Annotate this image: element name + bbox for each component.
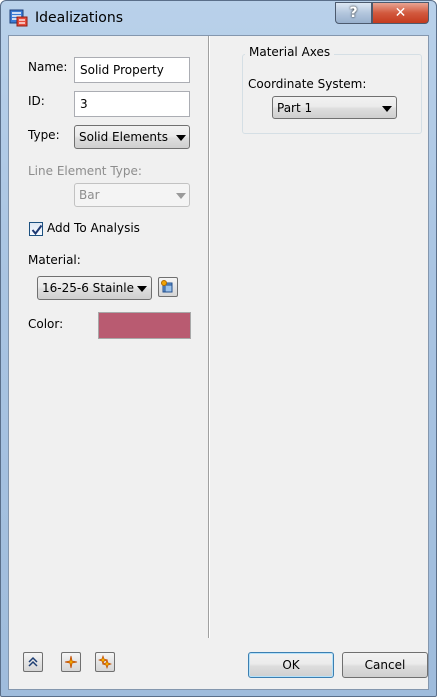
material-axes-group xyxy=(242,54,422,134)
line-element-type-dropdown[interactable]: Bar xyxy=(74,183,190,207)
name-label: Name: xyxy=(28,60,68,74)
type-dropdown[interactable]: Solid Elements xyxy=(74,125,190,149)
material-axes-title: Material Axes xyxy=(245,45,335,59)
create-button[interactable] xyxy=(61,652,81,672)
ok-button[interactable]: OK xyxy=(248,652,334,678)
color-swatch[interactable] xyxy=(98,312,191,339)
add-to-analysis-checkbox[interactable] xyxy=(29,222,43,236)
line-element-type-value: Bar xyxy=(79,188,100,202)
collapse-button[interactable] xyxy=(23,652,43,672)
create-multiple-button[interactable] xyxy=(95,652,115,672)
cancel-button[interactable]: Cancel xyxy=(342,652,428,678)
type-dropdown-value: Solid Elements xyxy=(79,130,168,144)
multi-star-burst-icon xyxy=(98,655,112,669)
material-dropdown[interactable]: 16-25-6 Stainle xyxy=(37,276,152,300)
material-library-icon xyxy=(161,280,173,293)
column-divider xyxy=(208,36,210,638)
star-burst-icon xyxy=(64,655,78,669)
color-label: Color: xyxy=(28,317,64,331)
collapse-icon xyxy=(28,656,38,667)
name-field[interactable]: Solid Property xyxy=(74,57,190,83)
id-label: ID: xyxy=(28,94,45,108)
window-title: Idealizations xyxy=(35,10,124,26)
line-element-type-label: Line Element Type: xyxy=(28,164,142,178)
check-icon xyxy=(31,224,43,236)
coordinate-system-label: Coordinate System: xyxy=(248,77,367,91)
app-icon xyxy=(9,8,29,28)
close-button[interactable]: ✕ xyxy=(372,2,429,24)
id-field[interactable]: 3 xyxy=(74,91,190,117)
coordinate-system-value: Part 1 xyxy=(277,101,313,115)
help-button[interactable]: ? xyxy=(335,2,372,24)
help-icon: ? xyxy=(349,5,358,21)
chevron-down-icon xyxy=(137,286,147,292)
type-label: Type: xyxy=(28,128,60,142)
close-icon: ✕ xyxy=(394,5,407,21)
chevron-down-icon xyxy=(382,106,392,112)
material-library-button[interactable] xyxy=(158,277,178,297)
material-dropdown-value: 16-25-6 Stainle xyxy=(42,281,134,295)
title-bar[interactable]: Idealizations ? ✕ xyxy=(1,1,436,35)
chevron-down-icon xyxy=(176,135,186,141)
idealizations-window: Idealizations ? ✕ Name: Solid Property I… xyxy=(0,0,437,697)
add-to-analysis-label: Add To Analysis xyxy=(47,221,140,235)
chevron-down-icon xyxy=(176,193,186,199)
dialog-client-area: Name: Solid Property ID: 3 Type: Solid E… xyxy=(8,35,429,690)
material-label: Material: xyxy=(28,253,81,267)
coordinate-system-dropdown[interactable]: Part 1 xyxy=(272,96,397,119)
